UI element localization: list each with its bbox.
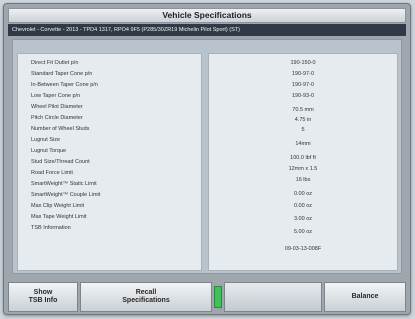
balance-label: Balance: [351, 293, 379, 300]
spec-label: Direct Fit Outlet p/n: [31, 60, 79, 66]
spec-labels-column: Direct Fit Outlet p/n Standard Taper Con…: [17, 53, 202, 271]
page-title: Vehicle Specifications: [8, 8, 406, 23]
spec-value: 5.00 oz: [293, 229, 313, 235]
spec-value: 190-150-0: [290, 60, 316, 66]
tsb-number: 09-03-13-008F: [284, 246, 322, 252]
spec-label: Max Clip Weight Limit: [31, 203, 85, 209]
specifications-panel: Direct Fit Outlet p/n Standard Taper Con…: [12, 39, 402, 274]
spec-label: Wheel Pilot Diameter: [31, 104, 83, 110]
spec-value: 190-93-0: [291, 93, 315, 99]
spec-value: 4.75 in: [294, 117, 312, 123]
spec-value: 190-97-0: [291, 82, 315, 88]
show-tsb-label-line1: Show: [33, 289, 53, 296]
spec-label: In-Between Taper Cone p/n: [31, 82, 98, 88]
spec-value: 5: [301, 127, 305, 133]
balance-button[interactable]: Balance: [324, 282, 406, 312]
spec-label: Road Force Limit: [31, 170, 73, 176]
spec-label: SmartWeight™ Couple Limit: [31, 192, 101, 198]
empty-softkey[interactable]: [224, 282, 322, 312]
spec-value: 0.00 oz: [293, 191, 313, 197]
spec-label: Stud Size/Thread Count: [31, 159, 90, 165]
spec-label: SmartWeight™ Static Limit: [31, 181, 97, 187]
spec-label: Max Tape Weight Limit: [31, 214, 87, 220]
show-tsb-label-line2: TSB Info: [28, 297, 58, 304]
spec-value: 0.00 oz: [293, 203, 313, 209]
status-indicator: [214, 286, 222, 308]
recall-label-line2: Specifications: [122, 297, 170, 304]
show-tsb-info-button[interactable]: Show TSB Info: [8, 282, 78, 312]
spec-value: 100.0 lbf ft: [290, 155, 316, 161]
softkey-bar: Show TSB Info Recall Specifications Bala…: [8, 282, 406, 312]
spec-value: 12mm x 1.5: [288, 166, 318, 172]
spec-value: 190-97-0: [291, 71, 315, 77]
spec-label: Pitch Circle Diameter: [31, 115, 83, 121]
spec-label: Low Taper Cone p/n: [31, 93, 81, 99]
spec-label: Number of Wheel Studs: [31, 126, 90, 132]
spec-label: Standard Taper Cone p/n: [31, 71, 93, 77]
recall-specifications-button[interactable]: Recall Specifications: [80, 282, 212, 312]
spec-value: 3.00 oz: [293, 216, 313, 222]
spec-value: 70.5 mm: [292, 107, 314, 113]
vehicle-description: Chevrolet - Corvette - 2013 - TPD4 1317,…: [8, 24, 406, 36]
spec-label: Lugnut Torque: [31, 148, 67, 154]
spec-values-column: 190-150-0 190-97-0 190-97-0 190-93-0 70.…: [208, 53, 398, 271]
spec-label: TSB Information: [31, 225, 71, 231]
vehicle-specifications-screen: Vehicle Specifications Chevrolet - Corve…: [3, 3, 411, 315]
spec-value: 16 lbs: [295, 177, 311, 183]
recall-label-line1: Recall: [135, 289, 157, 296]
spec-label: Lugnut Size: [31, 137, 61, 143]
spec-value: 14mm: [295, 141, 311, 147]
